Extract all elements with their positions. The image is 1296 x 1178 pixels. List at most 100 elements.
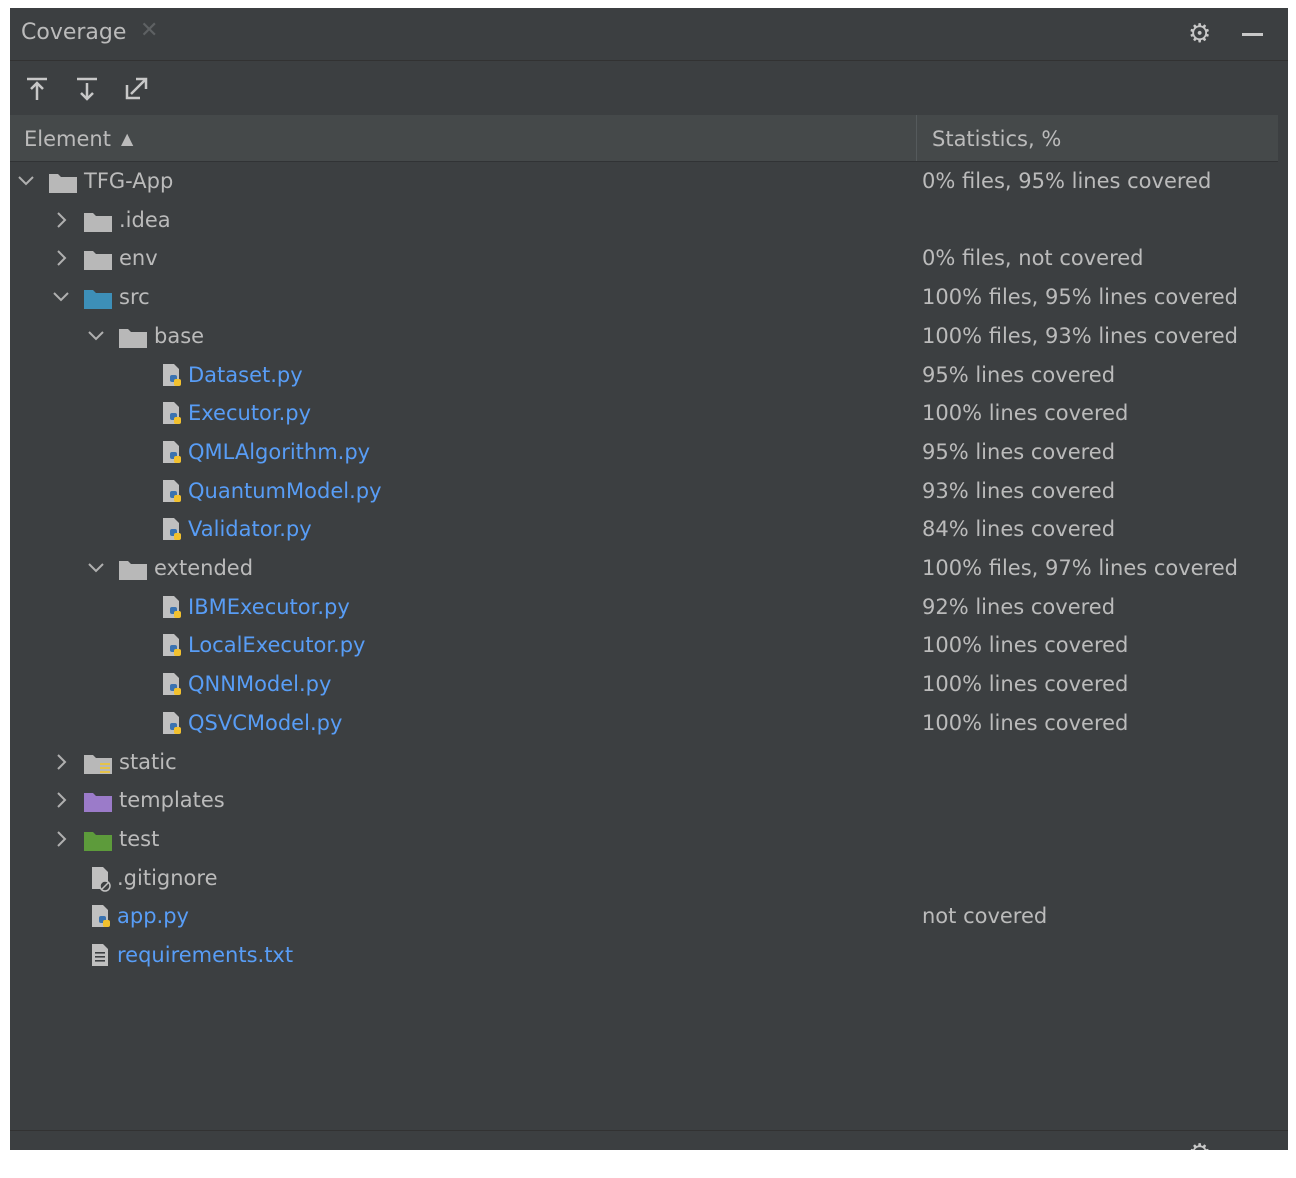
tree-row-label: env: [119, 246, 158, 270]
coverage-stat: 100% files, 93% lines covered: [922, 324, 1239, 348]
chevron-right-icon[interactable]: [51, 207, 71, 233]
tree-row[interactable]: extended 100% files, 97% lines covered: [10, 551, 1278, 589]
python-file-icon: [163, 441, 181, 463]
tree-row-label: src: [119, 285, 150, 309]
chevron-right-icon[interactable]: [51, 245, 71, 271]
coverage-panel: Coverage ✕ ⚙ Element ▲ Statistics, % TFG…: [10, 8, 1288, 1150]
tree-row-label: QNNModel.py: [188, 672, 332, 696]
tree-row[interactable]: src 100% files, 95% lines covered: [10, 280, 1278, 318]
python-file-icon: [163, 712, 181, 734]
bottom-divider: [10, 1130, 1288, 1131]
tree-row[interactable]: Dataset.py 95% lines covered: [10, 358, 1278, 396]
tree-row[interactable]: Validator.py 84% lines covered: [10, 512, 1278, 550]
ignored-file-icon: [92, 867, 111, 892]
navigate-icon[interactable]: [122, 73, 152, 103]
python-file-icon: [163, 634, 181, 656]
tree-row-label: static: [119, 750, 177, 774]
coverage-stat: 0% files, 95% lines covered: [922, 169, 1212, 193]
tree-row-label: base: [154, 324, 205, 348]
chevron-down-icon[interactable]: [16, 168, 36, 194]
tree-row[interactable]: requirements.txt: [10, 938, 1278, 976]
coverage-stat: 100% files, 95% lines covered: [922, 285, 1239, 309]
chevron-right-icon[interactable]: [51, 787, 71, 813]
tree-row[interactable]: LocalExecutor.py 100% lines covered: [10, 628, 1278, 666]
chevron-down-icon[interactable]: [86, 323, 106, 349]
python-file-icon: [163, 518, 181, 540]
coverage-stat: 100% lines covered: [922, 711, 1129, 735]
tree-row-label: QMLAlgorithm.py: [188, 440, 371, 464]
tree-row[interactable]: base 100% files, 93% lines covered: [10, 319, 1278, 357]
tree-row[interactable]: TFG-App 0% files, 95% lines covered: [10, 164, 1278, 202]
tree-row-label: .idea: [119, 208, 171, 232]
chevron-right-icon[interactable]: [51, 749, 71, 775]
tree-row-label: Executor.py: [188, 401, 312, 425]
tree-row[interactable]: QuantumModel.py 93% lines covered: [10, 474, 1278, 512]
tree-row-label: app.py: [117, 904, 189, 928]
chevron-down-icon[interactable]: [86, 555, 106, 581]
tree-row[interactable]: QSVCModel.py 100% lines covered: [10, 706, 1278, 744]
hide-minimize-icon[interactable]: [1242, 33, 1263, 36]
coverage-stat: 0% files, not covered: [922, 246, 1144, 270]
tree-row-label: IBMExecutor.py: [188, 595, 350, 619]
tree-row-label: .gitignore: [117, 866, 218, 890]
folder-icon: [84, 251, 112, 270]
tab-close-icon[interactable]: ✕: [140, 18, 158, 43]
coverage-stat: 100% lines covered: [922, 401, 1129, 425]
tree-row-label: Dataset.py: [188, 363, 303, 387]
import-icon[interactable]: [22, 73, 52, 103]
python-file-icon: [92, 905, 110, 927]
python-file-icon: [163, 480, 181, 502]
coverage-tab-title[interactable]: Coverage: [21, 20, 126, 45]
coverage-stat: 95% lines covered: [922, 363, 1116, 387]
python-file-icon: [163, 673, 181, 695]
tree-row-label: templates: [119, 788, 225, 812]
tree-row[interactable]: app.py not covered: [10, 899, 1278, 937]
coverage-stat: not covered: [922, 904, 1048, 928]
tree-row[interactable]: test: [10, 822, 1278, 860]
text-file-icon: [92, 944, 108, 966]
tree-row-label: QuantumModel.py: [188, 479, 382, 503]
element-column-header[interactable]: Element: [24, 127, 111, 151]
coverage-toolbar: [10, 61, 1288, 113]
coverage-stat: 93% lines covered: [922, 479, 1116, 503]
python-file-icon: [163, 402, 181, 424]
tree-row[interactable]: .idea: [10, 203, 1278, 241]
sort-ascending-icon[interactable]: ▲: [121, 129, 133, 148]
chevron-down-icon[interactable]: [51, 284, 71, 310]
column-divider[interactable]: [916, 115, 917, 161]
python-file-icon: [163, 596, 181, 618]
coverage-stat: 100% files, 97% lines covered: [922, 556, 1239, 580]
tree-row-label: TFG-App: [84, 169, 174, 193]
export-icon[interactable]: [72, 73, 102, 103]
coverage-stat: 84% lines covered: [922, 517, 1116, 541]
coverage-stat: 100% lines covered: [922, 633, 1129, 657]
tree-row-label: QSVCModel.py: [188, 711, 343, 735]
python-file-icon: [163, 364, 181, 386]
folder-icon: [84, 832, 112, 851]
folder-icon: [84, 793, 112, 812]
folder-icon: [119, 329, 147, 348]
tree-row[interactable]: templates: [10, 783, 1278, 821]
settings-gear-icon[interactable]: ⚙: [1188, 21, 1211, 47]
folder-icon: [84, 290, 112, 309]
tree-row[interactable]: .gitignore: [10, 861, 1278, 899]
tree-row-label: extended: [154, 556, 254, 580]
title-bar: Coverage ✕ ⚙: [10, 8, 1288, 61]
resources-folder-icon: [84, 755, 112, 774]
folder-icon: [49, 174, 77, 193]
tree-row[interactable]: QNNModel.py 100% lines covered: [10, 667, 1278, 705]
coverage-stat: 100% lines covered: [922, 672, 1129, 696]
coverage-stat: 92% lines covered: [922, 595, 1116, 619]
table-header: Element ▲ Statistics, %: [10, 115, 1278, 162]
tree-row[interactable]: IBMExecutor.py 92% lines covered: [10, 590, 1278, 628]
folder-icon: [84, 213, 112, 232]
tree-row[interactable]: env 0% files, not covered: [10, 241, 1278, 279]
tree-row[interactable]: QMLAlgorithm.py 95% lines covered: [10, 435, 1278, 473]
settings-gear-icon-bottom[interactable]: ⚙: [1188, 1141, 1211, 1150]
chevron-right-icon[interactable]: [51, 826, 71, 852]
coverage-stat: 95% lines covered: [922, 440, 1116, 464]
tree-row-label: requirements.txt: [117, 943, 294, 967]
tree-row[interactable]: Executor.py 100% lines covered: [10, 396, 1278, 434]
tree-row[interactable]: static: [10, 745, 1278, 783]
statistics-column-header[interactable]: Statistics, %: [932, 127, 1061, 151]
